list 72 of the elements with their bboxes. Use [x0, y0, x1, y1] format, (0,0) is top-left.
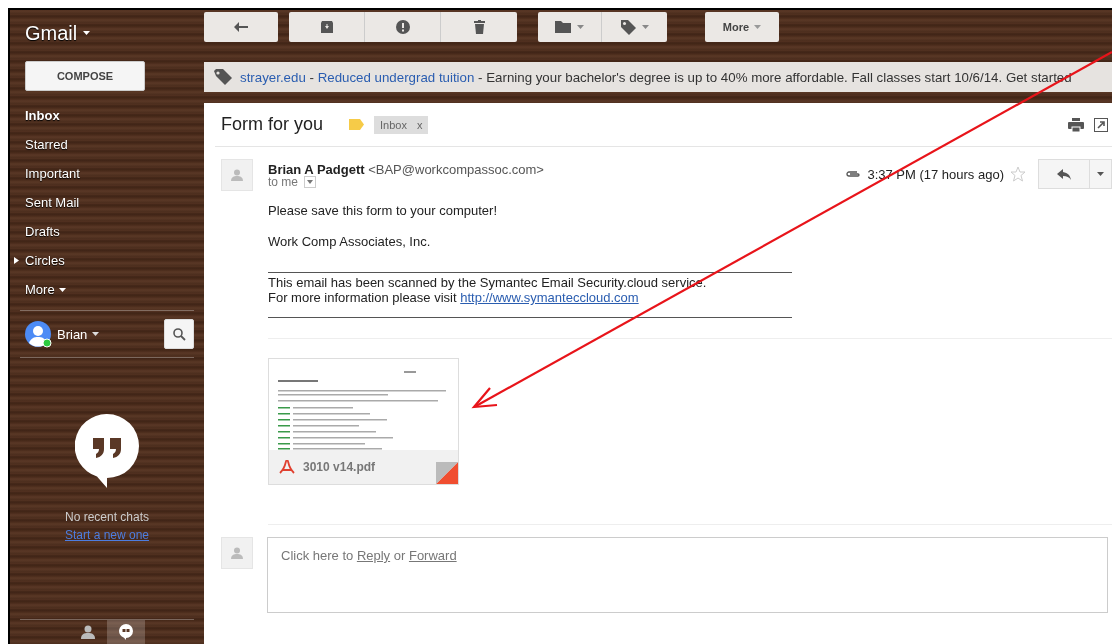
- folder-icon: [555, 21, 571, 33]
- sender-name: Brian A Padgett: [268, 162, 365, 177]
- star-icon[interactable]: [1010, 166, 1026, 182]
- expand-right-icon[interactable]: [14, 257, 19, 264]
- reply-arrow-icon: [1057, 168, 1071, 180]
- attachment-filename: 3010 v14.pdf: [303, 460, 376, 474]
- caret-icon: [577, 25, 584, 29]
- speech-bubble-icon: [119, 624, 133, 640]
- compose-button[interactable]: COMPOSE: [25, 61, 145, 91]
- nav-item[interactable]: Starred: [10, 130, 204, 159]
- new-window-icon[interactable]: [1094, 117, 1108, 132]
- details-dropdown-button[interactable]: [304, 176, 316, 188]
- remove-label-button[interactable]: x: [416, 118, 423, 131]
- reply-button[interactable]: [1038, 159, 1090, 189]
- paperclip-icon: [845, 170, 862, 178]
- search-icon: [172, 327, 186, 341]
- tag-icon: [214, 69, 232, 85]
- sender-email: <BAP@workcompassoc.com>: [368, 162, 544, 177]
- caret-icon: [92, 332, 100, 336]
- caret-icon: [641, 25, 649, 29]
- archive-icon: [320, 21, 333, 33]
- nav-item[interactable]: Sent Mail: [10, 188, 204, 217]
- signature-text: For more information please visit http://www.symanteccloud.com: [268, 290, 640, 305]
- label-text: Inbox: [380, 118, 407, 131]
- search-button[interactable]: [164, 319, 194, 349]
- page-fold-icon: [436, 462, 458, 484]
- user-avatar-icon[interactable]: [24, 320, 52, 348]
- caret-icon: [754, 25, 762, 29]
- ad-site-link[interactable]: strayer.edu: [240, 69, 306, 85]
- report-spam-button[interactable]: [365, 12, 441, 42]
- caret-icon: [83, 31, 91, 35]
- importance-marker-icon[interactable]: [349, 119, 365, 130]
- caret-icon: [58, 287, 66, 292]
- message-time: 3:37 PM (17 hours ago): [867, 166, 1004, 182]
- nav-item[interactable]: Circles: [10, 246, 204, 275]
- hangouts-tab[interactable]: [107, 620, 145, 644]
- empty-chat-text: No recent chats: [64, 510, 149, 524]
- move-to-folder-button[interactable]: [538, 12, 602, 42]
- nav-item[interactable]: Inbox: [10, 101, 204, 130]
- back-arrow-icon: [234, 22, 248, 32]
- more-button[interactable]: More: [705, 12, 779, 42]
- print-icon[interactable]: [1068, 117, 1084, 132]
- message-text: Please save this form to your computer!: [268, 203, 499, 218]
- recipient-text: to me: [268, 175, 298, 189]
- person-icon: [81, 625, 95, 639]
- archive-button[interactable]: [289, 12, 365, 42]
- labels-button[interactable]: [602, 12, 667, 42]
- forward-link[interactable]: Forward: [408, 548, 457, 563]
- message-text: Work Comp Associates, Inc.: [268, 234, 432, 249]
- more-options-button[interactable]: [1090, 159, 1112, 189]
- app-title[interactable]: Gmail: [25, 21, 78, 45]
- exclamation-icon: [395, 20, 410, 34]
- person-icon: [231, 169, 243, 181]
- reply-link[interactable]: Reply: [356, 548, 391, 563]
- reply-field[interactable]: Click here to Reply or Forward: [267, 537, 1108, 613]
- speech-bubble-icon: [75, 414, 139, 488]
- pdf-icon: [279, 460, 295, 474]
- caret-icon: [307, 180, 313, 184]
- trash-icon: [473, 20, 485, 34]
- reply-prompt: Click here to Reply or Forward: [281, 548, 457, 563]
- nav-item[interactable]: Important: [10, 159, 204, 188]
- nav-item[interactable]: Drafts: [10, 217, 204, 246]
- delete-button[interactable]: [441, 12, 517, 42]
- tag-icon: [620, 19, 636, 35]
- user-name[interactable]: Brian: [57, 326, 100, 342]
- ad-headline-link[interactable]: Reduced undergrad tuition: [317, 69, 475, 85]
- nav-item[interactable]: More: [10, 275, 204, 304]
- email-subject: Form for you: [221, 114, 324, 135]
- person-icon: [231, 547, 243, 559]
- attachment-card[interactable]: 3010 v14.pdf: [268, 358, 459, 485]
- website-link[interactable]: http://www.symanteccloud.com: [460, 290, 639, 305]
- caret-icon: [1097, 172, 1104, 176]
